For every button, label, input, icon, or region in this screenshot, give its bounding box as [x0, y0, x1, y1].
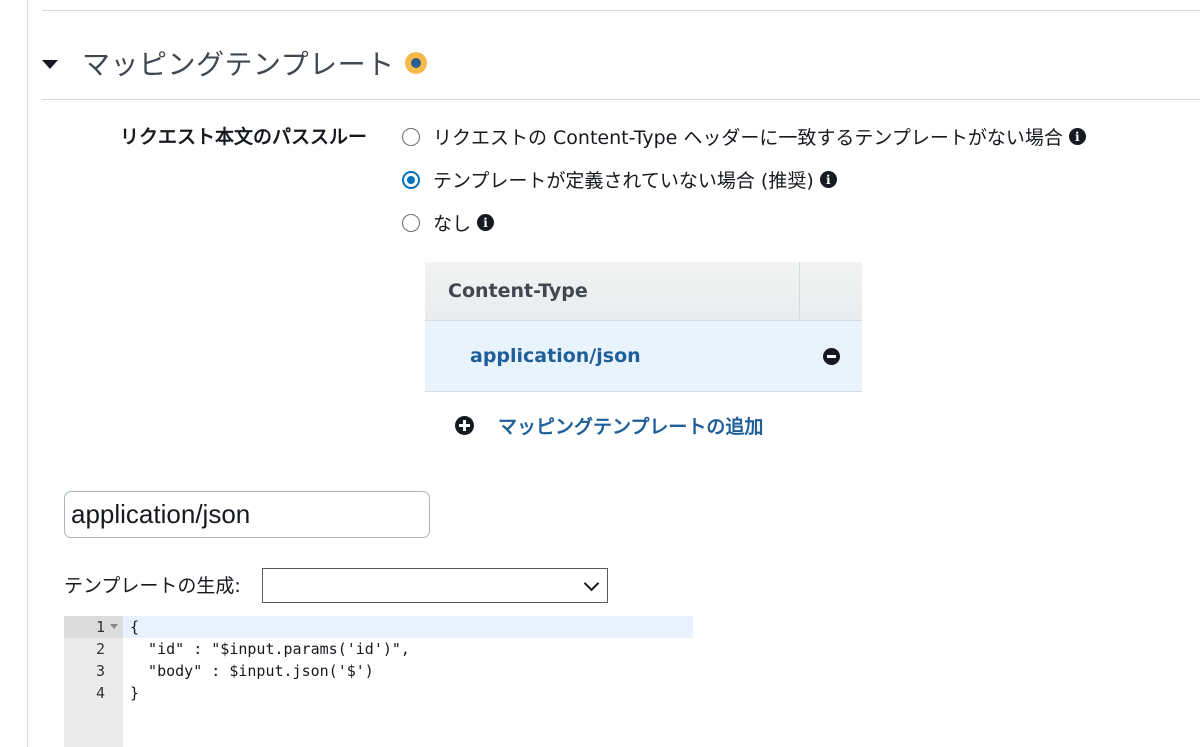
radio-button-checked[interactable]	[402, 170, 420, 189]
content-type-link[interactable]: application/json	[425, 345, 823, 367]
chevron-down-icon	[583, 575, 600, 592]
content-type-input[interactable]	[64, 491, 430, 538]
passthrough-label: リクエスト本文のパススルー	[120, 126, 368, 148]
radio-option-no-match[interactable]: リクエストの Content-Type ヘッダーに一致するテンプレートがない場合…	[402, 123, 1086, 150]
section-divider	[42, 99, 1200, 100]
info-icon[interactable]: i	[1068, 128, 1086, 145]
plus-circle-icon[interactable]	[455, 416, 474, 435]
radio-label[interactable]: リクエストの Content-Type ヘッダーに一致するテンプレートがない場合	[433, 123, 1063, 150]
add-mapping-template-label[interactable]: マッピングテンプレートの追加	[498, 412, 763, 439]
code-line[interactable]: 1 {	[64, 616, 693, 638]
code-text[interactable]: "id" : "$input.params('id')",	[130, 638, 410, 660]
radio-option-none[interactable]: なし i	[402, 209, 495, 236]
column-header-content-type: Content-Type	[425, 262, 800, 320]
radio-button[interactable]	[402, 127, 420, 146]
table-row[interactable]: application/json	[425, 320, 862, 391]
content-type-table: Content-Type application/json	[425, 262, 862, 392]
generate-template-select[interactable]	[262, 568, 608, 603]
section-title: マッピングテンプレート	[82, 48, 395, 81]
line-number: 1	[95, 618, 105, 636]
add-mapping-template-link[interactable]: マッピングテンプレートの追加	[455, 412, 763, 439]
code-line[interactable]: 2 "id" : "$input.params('id')",	[64, 638, 693, 660]
column-header-actions	[800, 262, 862, 320]
minus-circle-icon[interactable]	[823, 347, 840, 365]
line-number: 4	[95, 684, 105, 702]
code-line[interactable]: 3 "body" : $input.json('$')	[64, 660, 693, 682]
radio-option-no-template[interactable]: テンプレートが定義されていない場合 (推奨) i	[402, 166, 837, 193]
radio-label[interactable]: なし	[433, 209, 471, 236]
code-text[interactable]: }	[130, 682, 139, 704]
generate-template-label: テンプレートの生成:	[64, 575, 241, 597]
code-text[interactable]: "body" : $input.json('$')	[130, 660, 374, 682]
line-number: 3	[95, 662, 105, 680]
code-line[interactable]: 4 }	[64, 682, 693, 704]
fold-arrow-icon[interactable]	[110, 624, 118, 629]
top-divider	[42, 10, 1200, 11]
status-indicator-icon	[404, 52, 427, 74]
section-header[interactable]: マッピングテンプレート	[42, 40, 427, 86]
code-text[interactable]: {	[130, 616, 139, 638]
line-number: 2	[95, 640, 105, 658]
left-border	[27, 0, 28, 747]
code-editor[interactable]: 1 { 2 "id" : "$input.params('id')", 3 "b…	[64, 616, 693, 747]
table-header: Content-Type	[425, 262, 862, 320]
caret-down-icon[interactable]	[42, 59, 58, 69]
radio-button[interactable]	[402, 213, 420, 232]
info-icon[interactable]: i	[819, 171, 837, 188]
radio-label[interactable]: テンプレートが定義されていない場合 (推奨)	[433, 166, 814, 193]
info-icon[interactable]: i	[477, 214, 495, 231]
